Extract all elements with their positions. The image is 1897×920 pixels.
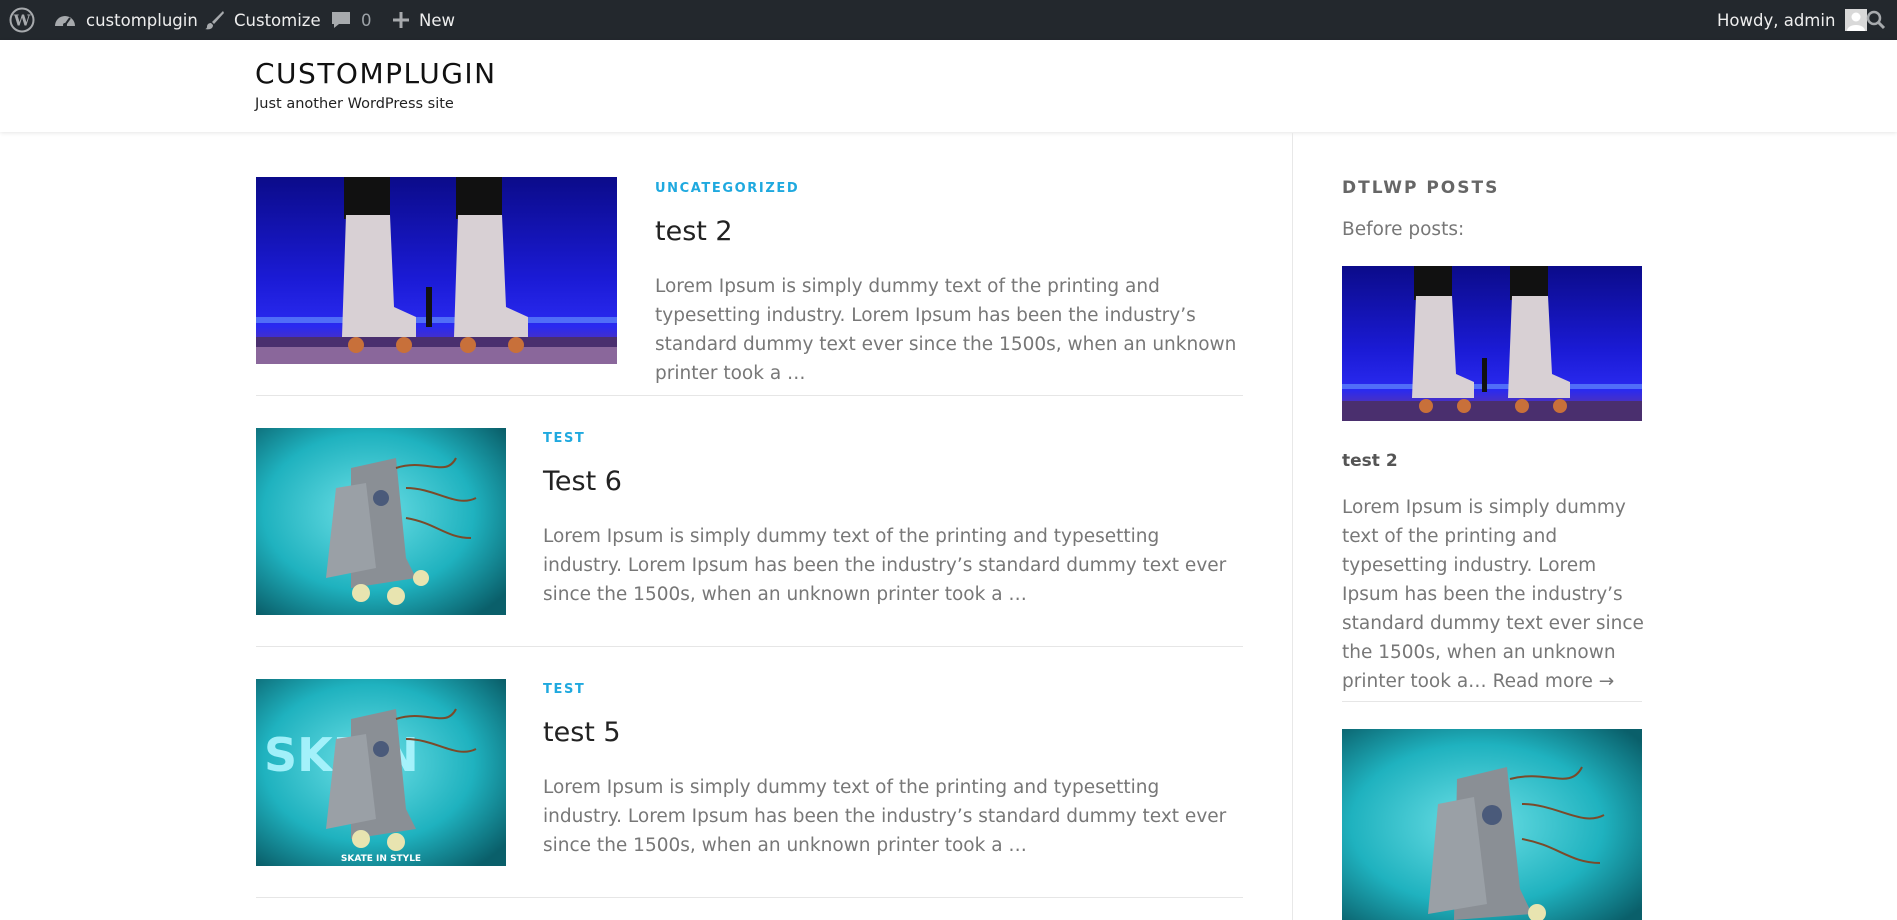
post-title-link[interactable]: test 2 <box>655 216 733 247</box>
post-excerpt: Lorem Ipsum is simply dummy text of the … <box>543 526 1227 605</box>
search-icon <box>1866 10 1886 30</box>
sidebar-divider <box>1292 133 1293 920</box>
search-button[interactable] <box>1866 0 1886 40</box>
post-divider <box>256 897 1243 898</box>
sidebar-post-thumbnail[interactable] <box>1342 266 1642 421</box>
widget-title: DTLWP POSTS <box>1342 178 1500 198</box>
post-thumbnail-skate-in-style[interactable]: SKE N SKATE IN STYLE <box>256 679 506 866</box>
new-label: New <box>419 10 455 30</box>
read-more-link[interactable]: Read more → <box>1493 671 1615 692</box>
sidebar-excerpt-text: Lorem Ipsum is simply dummy text of the … <box>1342 497 1644 692</box>
comment-bubble-icon <box>332 12 350 28</box>
paintbrush-icon <box>205 11 224 30</box>
image-caption-text: SKATE IN STYLE <box>341 854 421 864</box>
skate-teal-image <box>1342 729 1642 920</box>
new-content-menu[interactable]: New <box>392 0 455 40</box>
sidebar-post-divider <box>1342 701 1642 702</box>
post-thumbnail-skate-teal[interactable] <box>256 428 506 615</box>
site-header: CUSTOMPLUGIN Just another WordPress site <box>0 40 1897 132</box>
site-title[interactable]: CUSTOMPLUGIN <box>255 57 497 90</box>
dashboard-gauge-icon <box>55 16 75 27</box>
site-name-menu[interactable]: customplugin <box>53 0 198 40</box>
customize-link[interactable]: Customize <box>203 0 321 40</box>
admin-bar: W customplugin Customize 0 New Howdy, ad… <box>0 0 1897 40</box>
my-account-menu[interactable]: Howdy, admin <box>1717 0 1868 40</box>
post-thumbnail-skates-stage[interactable] <box>256 177 617 364</box>
comments-count: 0 <box>361 10 372 30</box>
post-title-link[interactable]: Test 6 <box>543 466 622 497</box>
post-category-link[interactable]: UNCATEGORIZED <box>655 181 799 196</box>
customize-label: Customize <box>234 10 321 30</box>
skate-teal-image <box>256 428 506 615</box>
post-divider <box>256 646 1243 647</box>
greeting-label: Howdy, admin <box>1717 10 1836 30</box>
skates-stage-image <box>1342 266 1642 421</box>
post-title-link[interactable]: test 5 <box>543 717 621 748</box>
wordpress-logo-icon: W <box>9 7 35 33</box>
skate-in-style-image: SKE N SKATE IN STYLE <box>256 679 506 866</box>
sidebar-post-title-link[interactable]: test 2 <box>1342 451 1398 471</box>
site-tagline: Just another WordPress site <box>255 96 454 112</box>
site-name-label: customplugin <box>86 10 198 30</box>
sidebar-post-thumbnail[interactable] <box>1342 729 1642 920</box>
post-excerpt: Lorem Ipsum is simply dummy text of the … <box>655 276 1237 384</box>
skates-stage-image <box>256 177 617 364</box>
post-divider <box>256 395 1243 396</box>
wordpress-logo-button[interactable]: W <box>9 0 35 40</box>
post-excerpt: Lorem Ipsum is simply dummy text of the … <box>543 777 1227 856</box>
svg-text:W: W <box>13 12 32 30</box>
post-category-link[interactable]: TEST <box>543 682 585 697</box>
post-category-link[interactable]: TEST <box>543 431 585 446</box>
plus-icon <box>393 12 409 28</box>
sidebar-post-excerpt: Lorem Ipsum is simply dummy text of the … <box>1342 493 1644 696</box>
comments-link[interactable]: 0 <box>330 0 372 40</box>
avatar-icon <box>1845 9 1868 31</box>
widget-before-posts-text: Before posts: <box>1342 219 1465 240</box>
